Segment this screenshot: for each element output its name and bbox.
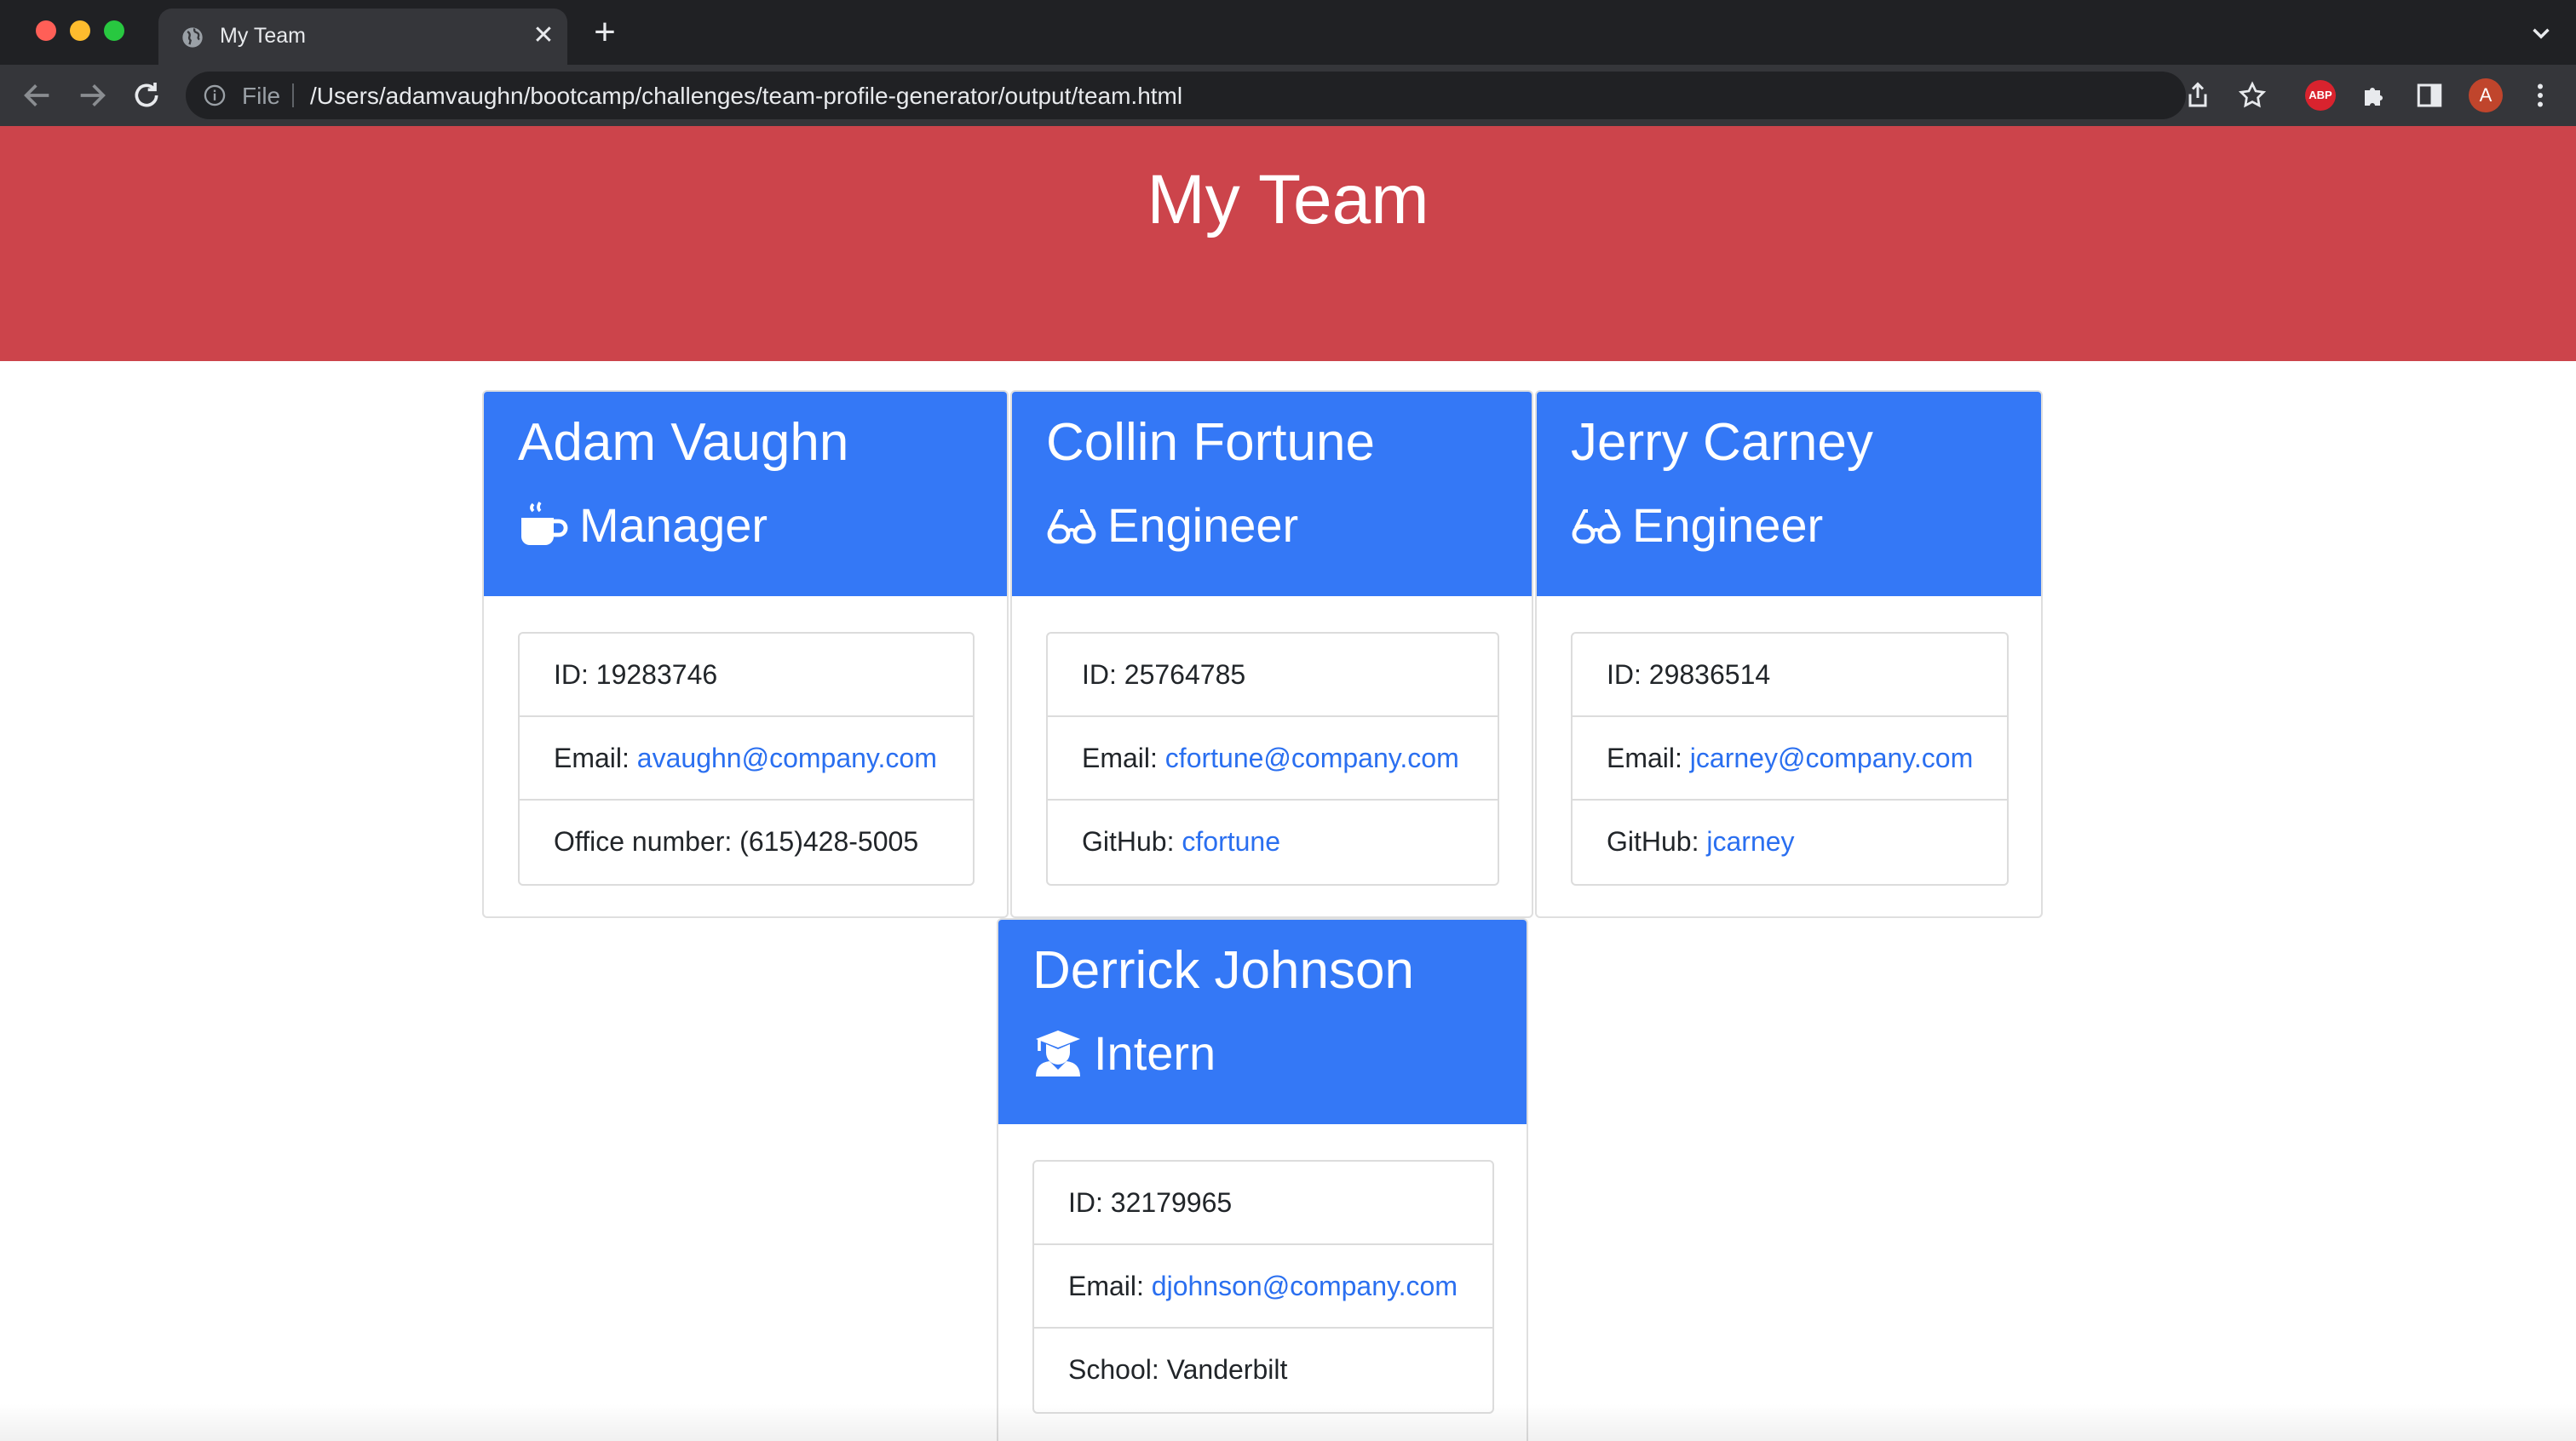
forward-arrow-icon[interactable] (75, 78, 109, 112)
email-link[interactable]: jcarney@company.com (1690, 743, 1973, 773)
employee-role: Intern (1032, 1025, 1216, 1081)
card-header: Jerry Carney Engineer (1537, 392, 2041, 596)
employee-email-row: Email: cfortune@company.com (1048, 717, 1498, 801)
role-label: Engineer (1107, 498, 1299, 552)
employee-name: Jerry Carney (1571, 413, 1873, 472)
header-banner: My Team (0, 126, 2576, 361)
email-link[interactable]: djohnson@company.com (1152, 1271, 1458, 1301)
address-bar[interactable]: File /Users/adamvaughn/bootcamp/challeng… (186, 72, 2186, 119)
employee-role: Engineer (1571, 497, 1823, 553)
employee-details: ID: 19283746 Email: avaughn@company.com … (518, 632, 975, 886)
role-label: Manager (579, 498, 768, 552)
employee-details: ID: 25764785 Email: cfortune@company.com… (1046, 632, 1499, 886)
employee-id: ID: 29836514 (1573, 634, 2007, 717)
employee-name: Derrick Johnson (1032, 941, 1414, 1000)
email-link[interactable]: avaughn@company.com (637, 743, 937, 773)
extensions-puzzle-icon[interactable] (2360, 80, 2390, 111)
scheme-label: File (242, 83, 281, 109)
role-label: Intern (1094, 1026, 1216, 1080)
browser-tab-bar: My Team ✕ + (0, 0, 2576, 65)
graduate-icon (1036, 1030, 1080, 1076)
window-bottom-shadow (0, 1404, 2576, 1441)
github-row: GitHub: jcarney (1573, 801, 2007, 884)
adblock-extension-icon[interactable]: ABP (2305, 80, 2336, 111)
employee-card-engineer: Collin Fortune Engineer ID: 25764785 Ema… (1010, 390, 1533, 918)
employee-card-intern: Derrick Johnson Intern ID: 32179965 Emai… (997, 918, 1528, 1441)
employee-details: ID: 29836514 Email: jcarney@company.com … (1571, 632, 2009, 886)
menu-kebab-icon[interactable] (2525, 80, 2556, 111)
card-header: Derrick Johnson Intern (998, 920, 1527, 1124)
page-viewport: My Team Adam Vaughn Manager ID: 19283746… (0, 126, 2576, 1441)
url-text[interactable]: /Users/adamvaughn/bootcamp/challenges/te… (310, 83, 1182, 110)
maximize-window-button[interactable] (104, 20, 124, 41)
employee-id: ID: 19283746 (520, 634, 973, 717)
back-arrow-icon[interactable] (20, 78, 55, 112)
employee-role: Engineer (1046, 497, 1298, 553)
email-link[interactable]: cfortune@company.com (1165, 743, 1459, 773)
employee-name: Collin Fortune (1046, 413, 1375, 472)
employee-card-engineer: Jerry Carney Engineer ID: 29836514 Email… (1535, 390, 2043, 918)
employee-email-row: Email: djohnson@company.com (1034, 1245, 1492, 1329)
address-divider (292, 83, 294, 107)
school-value: Vanderbilt (1166, 1354, 1288, 1385)
globe-icon (182, 27, 203, 48)
minimize-window-button[interactable] (70, 20, 90, 41)
office-number-label: Office number: (554, 826, 740, 857)
employee-id: ID: 25764785 (1048, 634, 1498, 717)
tab-close-icon[interactable]: ✕ (526, 19, 561, 53)
employee-email-row: Email: avaughn@company.com (520, 717, 973, 801)
card-header: Collin Fortune Engineer (1012, 392, 1532, 596)
github-label: GitHub: (1607, 826, 1707, 857)
github-row: GitHub: cfortune (1048, 801, 1498, 884)
email-label: Email: (1607, 743, 1690, 773)
glasses-icon (1572, 508, 1621, 543)
profile-avatar[interactable]: A (2469, 78, 2503, 112)
side-panel-icon[interactable] (2414, 80, 2445, 111)
employee-name: Adam Vaughn (518, 413, 849, 472)
glasses-icon (1047, 508, 1096, 543)
email-label: Email: (1068, 1271, 1152, 1301)
reload-icon[interactable] (129, 78, 164, 112)
card-header: Adam Vaughn Manager (484, 392, 1007, 596)
employee-role: Manager (518, 497, 768, 553)
close-window-button[interactable] (36, 20, 56, 41)
tab-title: My Team (220, 24, 306, 48)
browser-tab[interactable]: My Team ✕ (158, 9, 567, 65)
github-link[interactable]: jcarney (1706, 826, 1794, 857)
github-link[interactable]: cfortune (1182, 826, 1280, 857)
page-title: My Team (1147, 161, 1429, 238)
info-icon[interactable] (203, 83, 227, 107)
bookmark-star-icon[interactable] (2237, 80, 2268, 111)
share-icon[interactable] (2182, 80, 2213, 111)
github-label: GitHub: (1082, 826, 1182, 857)
employee-card-manager: Adam Vaughn Manager ID: 19283746 Email: … (482, 390, 1009, 918)
browser-toolbar: File /Users/adamvaughn/bootcamp/challeng… (0, 65, 2576, 126)
employee-id: ID: 32179965 (1034, 1162, 1492, 1245)
new-tab-button[interactable]: + (588, 14, 622, 51)
office-number-row: Office number: (615)428-5005 (520, 801, 973, 884)
role-label: Engineer (1632, 498, 1824, 552)
employee-email-row: Email: jcarney@company.com (1573, 717, 2007, 801)
employee-details: ID: 32179965 Email: djohnson@company.com… (1032, 1160, 1494, 1414)
tab-search-chevron-icon[interactable] (2527, 19, 2556, 48)
email-label: Email: (1082, 743, 1165, 773)
office-number-value: (615)428-5005 (739, 826, 919, 857)
school-label: School: (1068, 1354, 1167, 1385)
school-row: School: Vanderbilt (1034, 1329, 1492, 1412)
email-label: Email: (554, 743, 637, 773)
mug-icon (521, 501, 568, 545)
